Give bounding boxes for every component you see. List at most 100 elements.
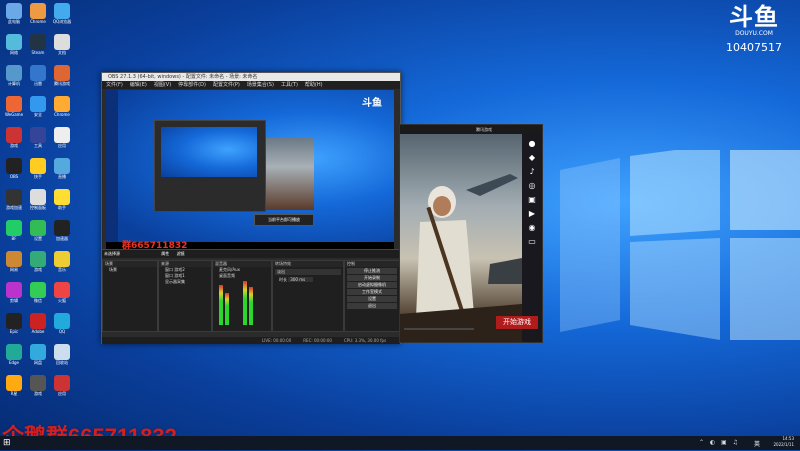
douyu-icon[interactable]: ▣ — [528, 195, 537, 204]
douyin-icon[interactable]: ♪ — [528, 167, 537, 176]
app-icon — [30, 282, 46, 298]
desktop-icon[interactable]: 火狐 — [48, 282, 76, 303]
app-icon — [30, 65, 46, 81]
app-icon — [6, 65, 22, 81]
start-game-button[interactable]: 开始游戏 — [496, 316, 538, 329]
virtual-camera-button[interactable]: 启动虚拟摄像机 — [347, 282, 397, 288]
controls-panel: 控制 停止推流 开始录制 启动虚拟摄像机 工作室模式 设置 退出 — [344, 260, 400, 332]
transitions-panel: 转场特效 淡出 时长 300 ms — [272, 260, 344, 332]
obs-window[interactable]: OBS 27.1.3 (64-bit, windows) - 配置文件: 未命名… — [101, 72, 401, 344]
exit-button[interactable]: 退出 — [347, 303, 397, 309]
sources-panel: 来源 窗口 游戏2 窗口 游戏1 显示器采集 — [158, 260, 212, 332]
desktop-icon[interactable]: 助手 — [48, 189, 76, 210]
desktop-icon-label: Chrome — [54, 112, 70, 117]
gamepad-icon[interactable]: ▭ — [528, 237, 537, 246]
app-icon — [6, 189, 22, 205]
scenes-panel: 场景 场景 — [102, 260, 158, 332]
properties-tab[interactable]: 属性 — [121, 251, 169, 256]
app-icon — [54, 65, 70, 81]
app-icon — [30, 344, 46, 360]
transition-select[interactable]: 淡出 — [275, 269, 341, 275]
desktop-icon[interactable]: QQ浏览器 — [48, 3, 76, 24]
app-icon — [6, 344, 22, 360]
douyu-logo: 斗鱼 — [729, 3, 779, 31]
preview-tooltip: 当前平台即可播放 — [254, 214, 314, 226]
desktop-icon-label: QQ浏览器 — [52, 19, 72, 24]
obs-title-bar[interactable]: OBS 27.1.3 (64-bit, windows) - 配置文件: 未命名… — [102, 73, 400, 81]
desktop-icon-label: 应用 — [58, 391, 66, 396]
windows-start-icon[interactable]: ⊞ — [3, 438, 13, 448]
obs-dock: 未选择源 属性 滤镜 场景 场景 来源 窗口 游戏2 窗口 游戏1 显示器采集 … — [102, 249, 400, 344]
menu-file[interactable]: 文件(F) — [106, 81, 123, 89]
app-icon — [6, 375, 22, 391]
scene-item[interactable]: 场景 — [103, 267, 157, 273]
ime-indicator[interactable]: 英 — [754, 439, 760, 448]
room-id: 10407517 — [726, 41, 782, 54]
menu-tools[interactable]: 工具(T) — [281, 81, 298, 89]
settings-button[interactable]: 设置 — [347, 296, 397, 302]
mixer-meter — [249, 287, 253, 325]
menu-help[interactable]: 帮助(H) — [305, 81, 323, 89]
app-icon — [54, 344, 70, 360]
tray-clock[interactable]: 14:53 2022/1/11 — [773, 436, 794, 450]
desktop-icon[interactable]: QQ — [48, 313, 76, 334]
app-icon — [30, 96, 46, 112]
kuaishou-icon[interactable]: ▶ — [528, 209, 537, 218]
start-recording-button[interactable]: 开始录制 — [347, 275, 397, 281]
app-icon — [6, 158, 22, 174]
weibo-icon[interactable]: ◎ — [528, 181, 537, 190]
menu-profile[interactable]: 配置文件(P) — [213, 81, 240, 89]
desktop-icon[interactable]: Chrome — [48, 96, 76, 117]
wallpaper-window-logo — [560, 150, 800, 340]
no-source-selected: 未选择源 — [104, 251, 120, 256]
duration-input[interactable]: 300 ms — [288, 277, 314, 282]
preview-nested-obs — [154, 120, 266, 212]
tray-date: 2022/1/11 — [773, 442, 794, 447]
app-icon — [54, 313, 70, 329]
desktop-icon-label: 助手 — [58, 205, 66, 210]
desktop-icon[interactable]: 文档 — [48, 34, 76, 55]
app-icon — [6, 313, 22, 329]
app-icon — [30, 375, 46, 391]
desktop-icons: 此电脑 Chrome QQ浏览器 网络 Steam 文档 计算机 迅雷 腾讯游戏 WeGame 安全… — [0, 0, 80, 435]
mixer-meter — [225, 293, 229, 325]
game-launcher-window[interactable]: 腾讯游戏 ● ◆ ♪ ◎ ▣ ▶ ◉ ▭ 开始游戏 — [399, 124, 543, 343]
menu-docks[interactable]: 停靠部件(D) — [178, 81, 206, 89]
menu-view[interactable]: 视图(V) — [154, 81, 171, 89]
mixer-panel: 混音器 麦克风/Aux 桌面音频 — [212, 260, 272, 332]
game-title-bar[interactable]: 腾讯游戏 — [400, 125, 542, 134]
desktop-icon[interactable]: 应用 — [48, 127, 76, 148]
transition-duration: 时长 300 ms — [273, 277, 343, 283]
app-icon — [6, 96, 22, 112]
app-icon — [30, 127, 46, 143]
transitions-panel-label: 转场特效 — [273, 261, 343, 267]
menu-edit[interactable]: 编辑(E) — [130, 81, 147, 89]
preview-game-window — [266, 138, 314, 210]
app-icon — [6, 34, 22, 50]
wechat-icon[interactable]: ● — [528, 139, 537, 148]
app-icon — [6, 282, 22, 298]
desktop-icon[interactable]: 音乐 — [48, 251, 76, 272]
update-progress — [404, 328, 474, 330]
studio-mode-button[interactable]: 工作室模式 — [347, 289, 397, 295]
source-item[interactable]: 显示器采集 — [159, 279, 211, 285]
app-icon — [30, 3, 46, 19]
desktop-icon[interactable]: 加速器 — [48, 220, 76, 241]
desktop-icon[interactable]: 直播 — [48, 158, 76, 179]
app-icon — [54, 96, 70, 112]
desktop-icon-label: 应用 — [58, 143, 66, 148]
app-icon — [6, 220, 22, 236]
qq-icon[interactable]: ◆ — [528, 153, 537, 162]
filters-tab[interactable]: 滤镜 — [171, 251, 185, 256]
menu-scene-collection[interactable]: 场景集合(S) — [247, 81, 274, 89]
desktop-icon[interactable]: 应用 — [48, 375, 76, 396]
stop-streaming-button[interactable]: 停止推流 — [347, 268, 397, 274]
app-icon — [6, 127, 22, 143]
steam-icon[interactable]: ◉ — [528, 223, 537, 232]
desktop-icon-label: 文档 — [58, 50, 66, 55]
desktop-icon[interactable]: 腾讯游戏 — [48, 65, 76, 86]
tray-icons[interactable]: ⌃ ◐ ▣ ♫ — [699, 439, 740, 446]
preview-desktop: 当前平台即可播放 斗鱼 — [118, 90, 394, 242]
app-icon — [54, 375, 70, 391]
desktop-icon[interactable]: 回收站 — [48, 344, 76, 365]
